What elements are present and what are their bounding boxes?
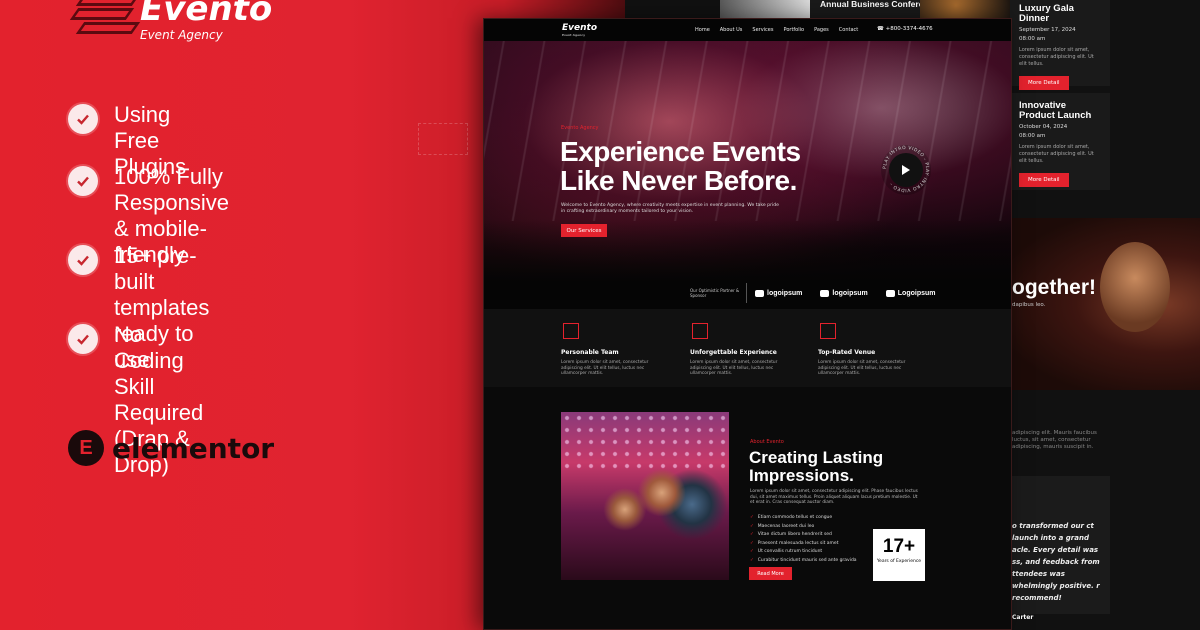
together-title: ogether!: [1012, 276, 1096, 299]
more-detail-button[interactable]: More Detail: [1019, 76, 1069, 90]
partner-logo: Logoipsum: [885, 289, 936, 297]
event-date: October 04, 2024: [1019, 124, 1068, 130]
elementor-logo: E elementor: [68, 430, 274, 466]
nav-item-services[interactable]: Services: [752, 27, 773, 33]
together-banner: ogether! dapibus leo.: [1010, 218, 1200, 390]
play-icon: [902, 165, 910, 175]
event-card: Innovative Product Launch October 04, 20…: [1010, 93, 1110, 190]
nav-item-pages[interactable]: Pages: [814, 27, 829, 33]
brand-tagline: Event Agency: [140, 28, 223, 42]
feature-desc: Lorem ipsum dolor sit amet, consectetur …: [690, 360, 778, 376]
feature-title: Personable Team: [561, 349, 619, 356]
hero-description: Welcome to Evento Agency, where creativi…: [561, 203, 779, 214]
decorative-frame: [418, 123, 468, 155]
feature-line: 15+ pre-built templates: [114, 243, 210, 320]
event-image: [920, 0, 1010, 18]
site-logo[interactable]: Evento Event Agency: [562, 23, 597, 37]
nav-item-contact[interactable]: Contact: [839, 27, 858, 33]
check-icon: [68, 245, 98, 275]
conference-image: [720, 0, 810, 18]
site-navbar: Evento Event Agency Home About Us Servic…: [484, 19, 1011, 41]
website-preview: Evento Event Agency Home About Us Servic…: [483, 18, 1012, 630]
nav-item-portfolio[interactable]: Portfolio: [784, 27, 805, 33]
event-desc: Lorem ipsum dolor sit amet, consectetur …: [1019, 144, 1094, 164]
elementor-wordmark: elementor: [112, 431, 275, 465]
hero-title: Experience Events Like Never Before.: [560, 136, 801, 196]
feature-card: Unforgettable Experience Lorem ipsum dol…: [690, 323, 798, 377]
event-card: Luxury Gala Dinner September 17, 2024 08…: [1010, 0, 1110, 90]
background-text: adipiscing elit. Mauris faucibus luctus,…: [1012, 430, 1097, 450]
feature-line: 100% Fully Responsive: [114, 164, 229, 215]
fireworks-icon: [692, 323, 708, 339]
list-item: ✓ Vitae dictum libero hendrerit sed: [750, 532, 832, 538]
testimonial-card: o transformed our ct launch into a grand…: [1010, 476, 1110, 621]
our-services-button[interactable]: Our Services: [561, 224, 607, 237]
about-kicker: About Evento: [750, 439, 784, 445]
event-date: September 17, 2024: [1019, 27, 1076, 33]
features-section: Personable Team Lorem ipsum dolor sit am…: [484, 309, 1011, 387]
testimonial-quote: o transformed our ct launch into a grand…: [1012, 522, 1100, 602]
partners-label: Our Optimistic Partner & Sponsor: [690, 288, 740, 298]
feature-card: Top-Rated Venue Lorem ipsum dolor sit am…: [818, 323, 926, 377]
list-item: ✓ Ut convallis rutrum tincidunt: [750, 549, 823, 555]
person-image: [1100, 242, 1170, 332]
partner-logo: logoipsum: [820, 289, 868, 297]
logoipsum-icon: [820, 289, 830, 297]
more-detail-button[interactable]: More Detail: [1019, 173, 1069, 187]
play-video-button[interactable]: [889, 153, 923, 187]
about-image: [561, 412, 729, 580]
partners-row: Our Optimistic Partner & Sponsor logoips…: [690, 283, 954, 303]
feature-desc: Lorem ipsum dolor sit amet, consectetur …: [561, 360, 649, 376]
testimonial-author: Carter: [1012, 614, 1034, 621]
hero-kicker: Evento Agency: [561, 125, 599, 131]
years-label: Years of Experience: [876, 559, 922, 564]
feature-card: Personable Team Lorem ipsum dolor sit am…: [561, 323, 669, 377]
about-checklist: ✓ Etiam commodo tellus et congue ✓ Maecena…: [750, 515, 857, 567]
check-icon: [68, 104, 98, 134]
experience-badge: 17+ Years of Experience: [873, 529, 925, 581]
feature-title: Top-Rated Venue: [818, 349, 876, 356]
event-time: 08:00 am: [1019, 133, 1046, 139]
phone-link[interactable]: ☎ +800-3374-4676: [877, 26, 933, 32]
feature-desc: Lorem ipsum dolor sit amet, consectetur …: [818, 360, 906, 376]
nav-item-about[interactable]: About Us: [720, 27, 743, 33]
event-title: Luxury Gala Dinner: [1019, 3, 1074, 24]
list-item: ✓ Maecenas laoreet dui leo: [750, 523, 815, 529]
brand: Evento Event Agency: [69, 0, 273, 42]
evento-logo-icon: [69, 0, 141, 38]
years-count: 17+: [882, 536, 916, 557]
feature-line: No Coding Skill Required: [114, 322, 204, 425]
check-icon: [68, 324, 98, 354]
event-title: Innovative Product Launch: [1019, 100, 1092, 121]
event-desc: Lorem ipsum dolor sit amet, consectetur …: [1019, 47, 1094, 67]
event-time: 08:00 am: [1019, 36, 1046, 42]
venue-icon: [820, 323, 836, 339]
list-item: ✓ Curabitur tincidunt mauris sed ante gra…: [750, 557, 857, 563]
logoipsum-icon: [885, 289, 895, 297]
partner-logo: logoipsum: [755, 289, 802, 297]
elementor-icon: E: [68, 430, 104, 466]
conference-card: Annual Business Conference: [720, 0, 1010, 18]
team-icon: [563, 323, 579, 339]
feature-title: Unforgettable Experience: [690, 349, 777, 356]
list-item: ✓ Etiam commodo tellus et congue: [750, 515, 833, 520]
about-title: Creating Lasting Impressions.: [749, 448, 884, 485]
together-subtitle: dapibus leo.: [1012, 302, 1046, 308]
about-description: Lorem ipsum dolor sit amet, consectetur …: [750, 489, 918, 505]
divider: [746, 283, 747, 303]
nav-item-home[interactable]: Home: [695, 27, 710, 33]
brand-name: Evento: [140, 0, 273, 29]
read-more-button[interactable]: Read More: [749, 567, 792, 580]
check-icon: [68, 166, 98, 196]
nav-menu: Home About Us Services Portfolio Pages C…: [695, 27, 868, 33]
logoipsum-icon: [755, 289, 764, 297]
